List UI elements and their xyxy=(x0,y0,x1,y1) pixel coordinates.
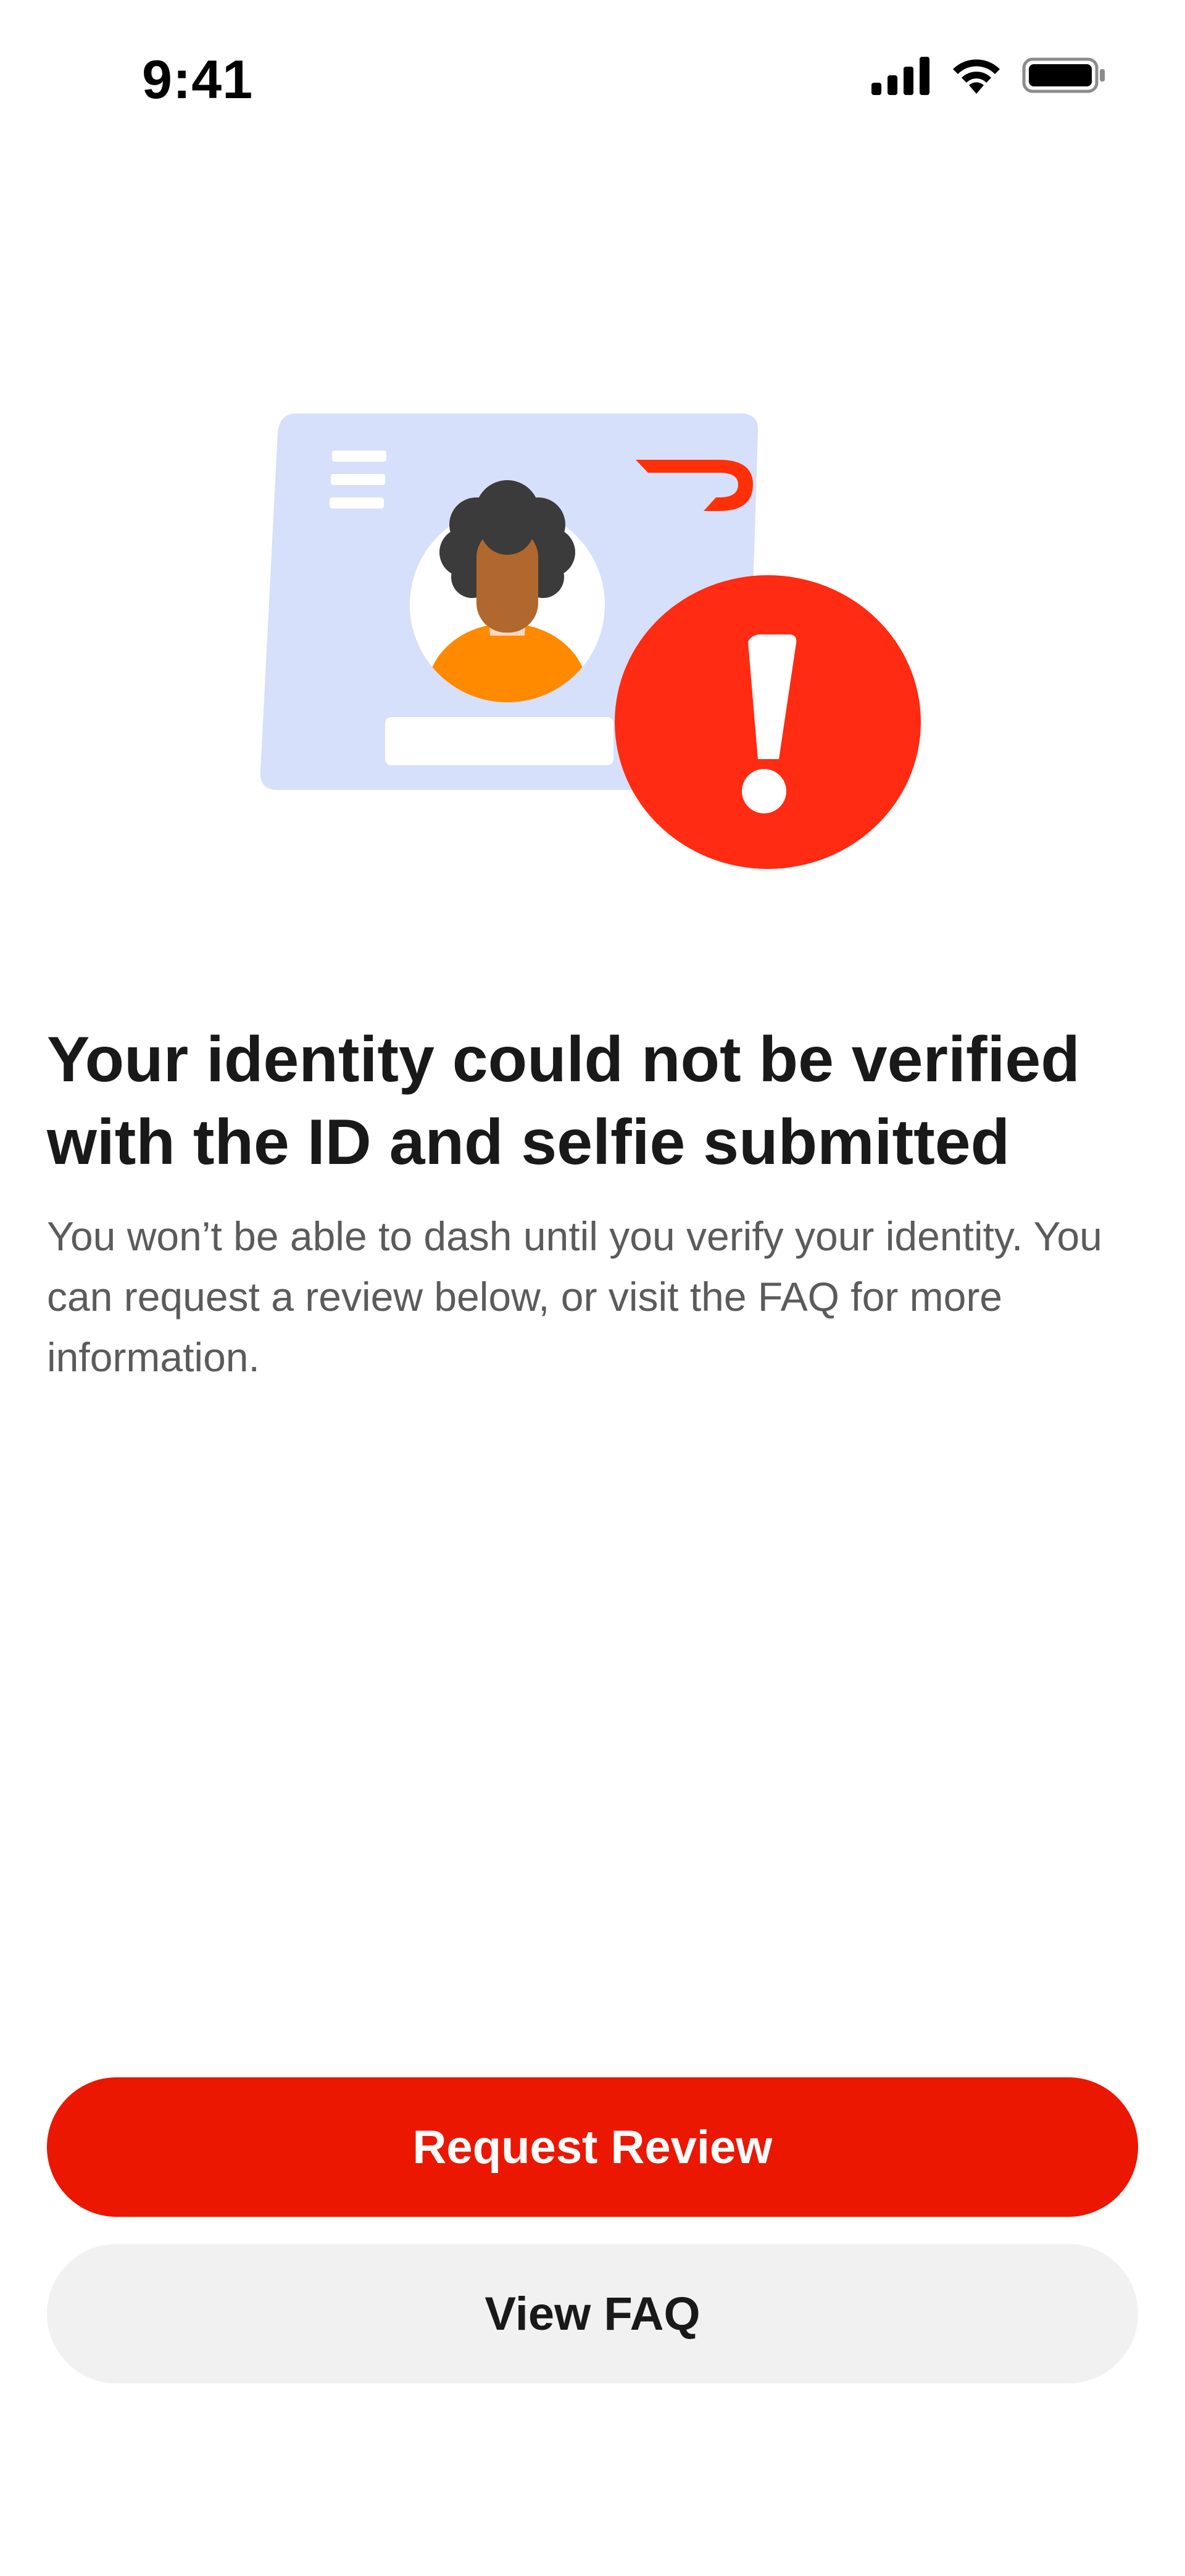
status-bar: 9:41 xyxy=(0,0,1185,154)
id-card-icon xyxy=(260,413,921,869)
status-time: 9:41 xyxy=(142,49,254,110)
page-title: Your identity could not be verified with… xyxy=(47,1024,1080,1178)
wifi-icon xyxy=(953,59,1000,94)
request-review-button[interactable]: Request Review xyxy=(47,2077,1138,2217)
id-verification-illustration xyxy=(259,401,938,883)
alert-exclamation-icon xyxy=(615,575,921,869)
cellular-signal-icon xyxy=(871,57,929,95)
page-description: You won’t be able to dash until you veri… xyxy=(47,1213,1102,1380)
status-icons xyxy=(871,56,1106,95)
message-block: Your identity could not be verified with… xyxy=(47,1018,1133,1387)
battery-icon xyxy=(1022,57,1105,93)
view-faq-button[interactable]: View FAQ xyxy=(47,2244,1138,2383)
